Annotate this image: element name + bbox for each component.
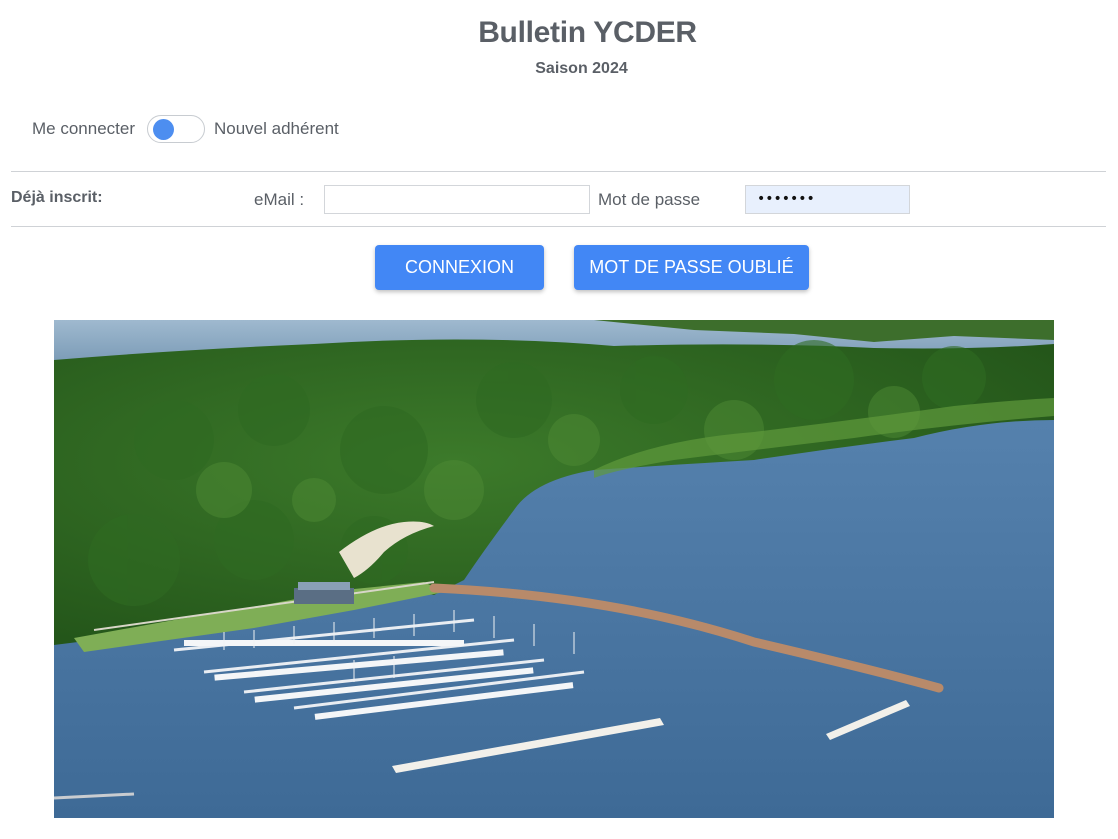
divider-bottom <box>11 226 1106 227</box>
email-field[interactable] <box>324 185 590 214</box>
connexion-button[interactable]: CONNEXION <box>375 245 544 290</box>
page: Bulletin YCDER Saison 2024 Me connecter … <box>0 0 1118 839</box>
forgot-password-button[interactable]: MOT DE PASSE OUBLIÉ <box>574 245 809 290</box>
toggle-right-label: Nouvel adhérent <box>214 119 339 138</box>
email-label: eMail : <box>254 190 305 209</box>
toggle-knob <box>153 119 174 140</box>
mode-toggle-switch[interactable] <box>147 115 205 143</box>
toggle-left-label: Me connecter <box>32 119 135 138</box>
page-subtitle: Saison 2024 <box>535 60 628 77</box>
mode-toggle-row: Me connecter Nouvel adhérent <box>32 114 339 144</box>
page-title: Bulletin YCDER <box>478 16 697 49</box>
marina-aerial-photo <box>54 320 1054 818</box>
password-field[interactable]: ••••••• <box>745 185 910 214</box>
login-row: Déjà inscrit: eMail : Mot de passe •••••… <box>0 172 1118 226</box>
password-label: Mot de passe <box>598 190 701 209</box>
already-registered-label: Déjà inscrit: <box>11 189 103 206</box>
